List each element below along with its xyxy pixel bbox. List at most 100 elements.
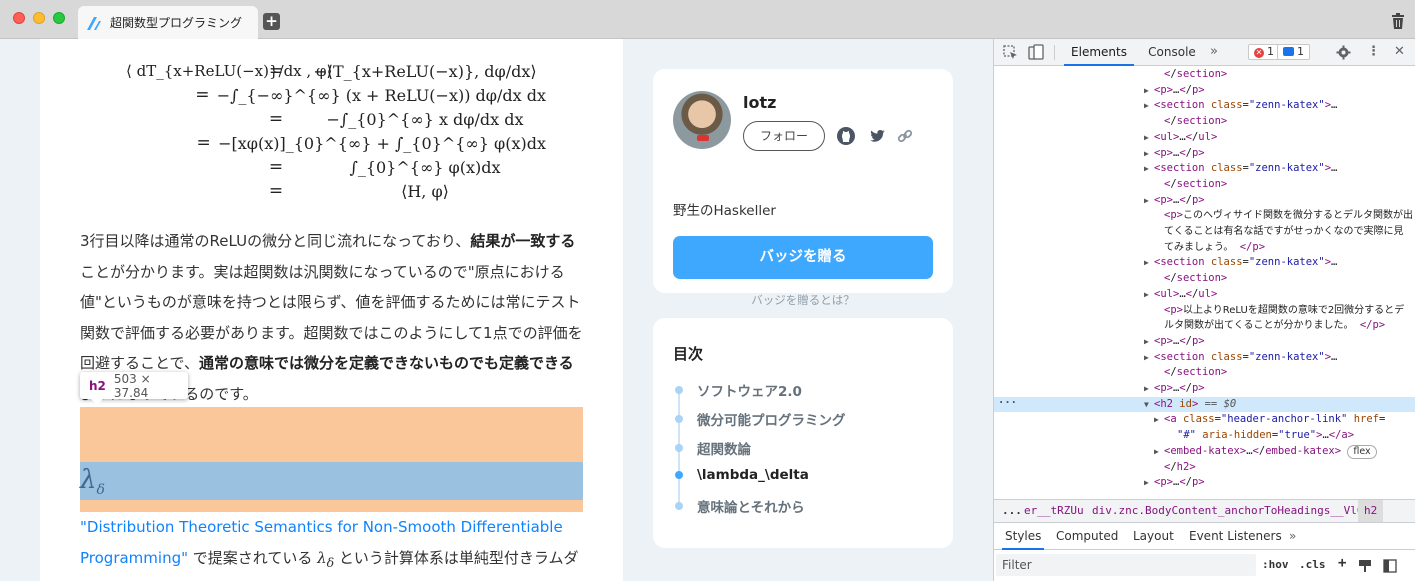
toc-dot-icon — [675, 471, 683, 479]
tooltip-arrow — [90, 398, 104, 405]
math-row: −⟨T_{x+ReLU(−x)}, dφ/dx⟩ — [313, 61, 537, 81]
math-equation-block: ⟨ dT_{x+ReLU(−x)}/dx , φ⟩ = −⟨T_{x+ReLU(… — [126, 61, 546, 201]
twitter-icon[interactable] — [866, 126, 886, 146]
dom-node[interactable]: ▶ <p>…</p> — [994, 381, 1415, 397]
filter-input[interactable]: Filter — [996, 554, 1256, 576]
dom-node[interactable]: "#" aria-hidden="true">…</a> — [994, 428, 1415, 444]
device-toolbar-icon[interactable] — [1028, 44, 1044, 60]
gear-icon[interactable] — [1336, 45, 1351, 60]
dom-node[interactable]: ▶ <section class="zenn-katex">… — [994, 350, 1415, 366]
tab-event-listeners[interactable]: Event Listeners — [1189, 524, 1282, 550]
error-icon: ✕ — [1254, 48, 1264, 58]
math-row: ∫_{0}^{∞} φ(x)dx — [349, 157, 501, 177]
dom-node[interactable]: </h2> — [994, 460, 1415, 476]
breadcrumb-item[interactable]: div.znc.BodyContent_anchorToHeadings__Vl… — [1092, 500, 1377, 522]
send-badge-button[interactable]: バッジを贈る — [673, 236, 933, 279]
trash-icon[interactable] — [1391, 13, 1405, 29]
dom-tree: </section> ▶ <p>…</p> ▶ <section class="zenn… — [994, 67, 1415, 497]
dom-node[interactable]: ▶ <section class="zenn-katex">… — [994, 98, 1415, 114]
hover-state-toggle[interactable]: :hov — [1262, 558, 1289, 571]
math-row: ⟨H, φ⟩ — [401, 181, 449, 201]
styles-tabs: Styles Computed Layout Event Listeners » — [994, 524, 1415, 550]
toc-item[interactable]: 超関数論 — [673, 438, 751, 458]
kebab-menu-icon[interactable]: ⋮ — [1367, 44, 1380, 59]
dom-node[interactable]: てくることは有名な話ですがせっかくなので実際に見 — [994, 224, 1415, 240]
maximize-window-button[interactable] — [53, 12, 65, 24]
error-count-badge[interactable]: ✕ 1 — [1248, 44, 1280, 60]
dom-node[interactable]: ▼ <h2 id> == $0... — [994, 394, 1415, 413]
sidebar-toggle-icon[interactable] — [1383, 559, 1397, 573]
toc-dot-icon — [675, 444, 683, 452]
toc-dot-icon — [675, 386, 683, 394]
breadcrumb-item[interactable]: er__tRZUu — [1024, 500, 1084, 522]
github-icon[interactable] — [836, 126, 856, 146]
dom-node[interactable]: ▶ <a class="header-anchor-link" href= — [994, 412, 1415, 428]
dom-node[interactable]: </section> — [994, 114, 1415, 130]
close-window-button[interactable] — [13, 12, 25, 24]
dom-node[interactable]: てみましょう。 </p> — [994, 240, 1415, 256]
message-icon — [1283, 47, 1294, 56]
math-row: −∫_{−∞}^{∞} (x + ReLU(−x)) dφ/dx dx — [216, 85, 546, 105]
inspect-element-icon[interactable] — [1003, 45, 1018, 60]
dom-node[interactable]: ▶ <p>…</p> — [994, 193, 1415, 209]
avatar[interactable] — [673, 91, 731, 149]
link-icon[interactable] — [895, 126, 915, 146]
toc-dot-icon — [675, 502, 683, 510]
tab-console[interactable]: Console — [1142, 39, 1202, 66]
math-row: −[xφ(x)]_{0}^{∞} + ∫_{0}^{∞} φ(x)dx — [218, 133, 546, 153]
paint-icon[interactable] — [1358, 559, 1372, 573]
toc-title: 目次 — [673, 345, 704, 363]
dom-node[interactable]: </section> — [994, 67, 1415, 83]
breadcrumb-more[interactable]: ... — [1002, 500, 1022, 522]
tab-computed[interactable]: Computed — [1056, 524, 1118, 550]
dom-node[interactable]: </section> — [994, 177, 1415, 193]
section-heading: λδ — [80, 465, 105, 499]
tooltip-dimensions: 503 × 37.84 — [113, 371, 151, 400]
author-profile-card: lotz フォロー 野生のHaskeller バッジを贈る バッジを贈るとは？ — [653, 69, 953, 307]
new-rule-button[interactable]: + — [1338, 555, 1346, 571]
dom-node[interactable]: ▶ <p>…</p> — [994, 334, 1415, 350]
dom-node[interactable]: ▶ <p>…</p> — [994, 475, 1415, 491]
badge-info-link[interactable]: バッジを贈るとは？ — [653, 292, 953, 308]
author-name[interactable]: lotz — [743, 93, 776, 112]
breadcrumb: ... er__tRZUu div.znc.BodyContent_anchor… — [994, 499, 1415, 523]
toc-item-active[interactable]: \lambda_\delta — [673, 467, 809, 483]
math-lhs: ⟨ dT_{x+ReLU(−x)}/dx , φ⟩ — [126, 62, 333, 80]
inspect-margin-highlight — [80, 407, 583, 462]
tab-styles[interactable]: Styles — [1002, 524, 1045, 550]
dom-node[interactable]: ▶ <section class="zenn-katex">… — [994, 255, 1415, 271]
dom-node[interactable]: ▶ <ul>…</ul> — [994, 287, 1415, 303]
dom-node[interactable]: </section> — [994, 271, 1415, 287]
dom-node[interactable]: <p>以上よりReLUを超関数の意味で2回微分するとデ — [994, 303, 1415, 319]
page-viewport: ⟨ dT_{x+ReLU(−x)}/dx , φ⟩ = −⟨T_{x+ReLU(… — [0, 39, 993, 581]
toc-item[interactable]: 意味論とそれから — [673, 496, 805, 516]
message-count-badge[interactable]: 1 — [1277, 44, 1310, 60]
inspect-tooltip: h2 503 × 37.84 — [80, 371, 188, 400]
follow-button[interactable]: フォロー — [743, 121, 825, 151]
devtools-toolbar: Elements Console » ✕ 1 1 ⋮ ✕ — [994, 39, 1415, 66]
toc-item[interactable]: ソフトウェア2.0 — [673, 380, 802, 400]
dom-node[interactable]: ▶ <p>…</p> — [994, 146, 1415, 162]
dom-node[interactable]: ▶ <section class="zenn-katex">… — [994, 161, 1415, 177]
dom-node[interactable]: <p>このヘヴィサイド関数を微分するとデルタ関数が出 — [994, 208, 1415, 224]
more-tabs-icon[interactable]: » — [1210, 44, 1218, 59]
more-tabs-icon[interactable]: » — [1289, 524, 1296, 550]
breadcrumb-item-current[interactable]: h2 — [1358, 500, 1384, 522]
table-of-contents: 目次 ソフトウェア2.0 微分可能プログラミング 超関数論 \lambda_\d… — [653, 318, 953, 548]
minimize-window-button[interactable] — [33, 12, 45, 24]
browser-tab[interactable]: 超関数型プログラミング — [78, 6, 258, 39]
devtools-panel: Elements Console » ✕ 1 1 ⋮ ✕ </section> ▶ <… — [993, 39, 1415, 581]
dom-node[interactable]: </section> — [994, 365, 1415, 381]
close-icon[interactable]: ✕ — [1394, 44, 1405, 59]
toc-item[interactable]: 微分可能プログラミング — [673, 409, 846, 429]
dom-node[interactable]: ルタ関数が出てくることが分かりました。 </p> — [994, 318, 1415, 334]
tab-elements[interactable]: Elements — [1064, 39, 1134, 66]
inspect-content-highlight — [80, 462, 583, 500]
class-toggle[interactable]: .cls — [1299, 558, 1326, 571]
tab-layout[interactable]: Layout — [1133, 524, 1174, 550]
dom-node[interactable]: ▶ <embed-katex>…</embed-katex> flex — [994, 444, 1415, 460]
styles-filter-bar: Filter :hov .cls + — [994, 551, 1415, 581]
new-tab-button[interactable]: + — [263, 13, 280, 30]
dom-node[interactable]: ▶ <p>…</p> — [994, 83, 1415, 99]
dom-node[interactable]: ▶ <ul>…</ul> — [994, 130, 1415, 146]
